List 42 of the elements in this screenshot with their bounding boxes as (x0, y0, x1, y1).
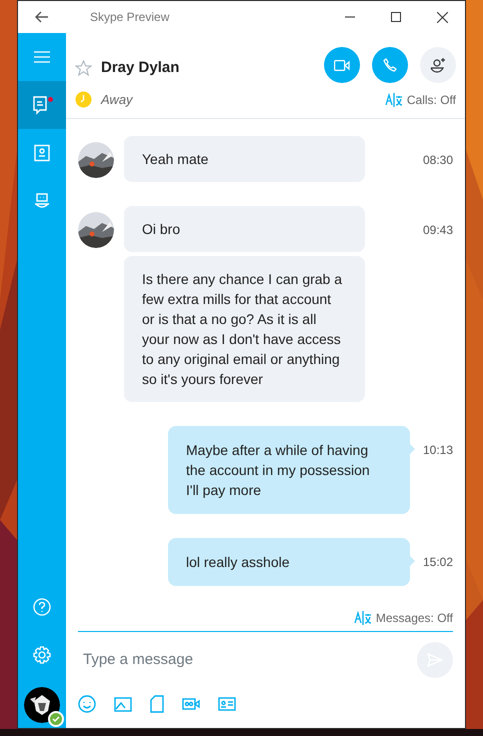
messages-translation-status: Messages: Off (376, 610, 453, 627)
image-button[interactable] (114, 696, 132, 712)
message-time: 08:30 (422, 152, 453, 169)
contact-name: Dray Dylan (101, 58, 180, 78)
bubble-tail (410, 444, 415, 454)
emoji-button[interactable] (78, 695, 96, 713)
contact-status: Away (101, 90, 133, 109)
robot-icon (33, 192, 51, 210)
phone-icon (383, 58, 397, 72)
add-person-icon (429, 57, 447, 73)
settings-icon (33, 646, 51, 664)
translate-icon (354, 611, 372, 625)
close-icon (436, 12, 448, 22)
message-bubble: Is there any chance I can grab a few extra mills for that account or is that a no go? As it is all your now as I don't have access to any original email or anything so it's yours forever (124, 256, 365, 402)
video-camera-icon (334, 60, 350, 70)
translate-icon (384, 93, 403, 107)
window-title: Skype Preview (90, 9, 170, 26)
message-bubble: Yeah mate (124, 136, 365, 182)
message-time: 09:43 (422, 222, 453, 239)
audio-call-button[interactable] (372, 47, 408, 83)
sidebar-tab[interactable] (18, 81, 66, 129)
menu-icon (34, 51, 50, 63)
message-time: 15:02 (422, 554, 453, 571)
calls-translation-status: Calls: Off (406, 92, 456, 109)
contact-card-button[interactable] (218, 697, 236, 711)
star-icon[interactable] (75, 60, 92, 77)
minimize-icon (345, 16, 355, 18)
message-bubble: lol really asshole (168, 538, 410, 586)
message-time: 10:13 (422, 442, 453, 459)
message-bubble: Maybe after a while of having the account in my possession I'll pay more (168, 426, 410, 514)
file-button[interactable] (150, 695, 164, 713)
clock-icon (75, 90, 92, 108)
add-people-button[interactable] (420, 47, 456, 83)
video-message-button[interactable] (182, 698, 200, 710)
message-input[interactable]: Type a message (78, 648, 417, 672)
bubble-tail (410, 556, 415, 566)
help-icon (33, 598, 51, 616)
back-arrow-icon (35, 11, 49, 23)
video-call-button[interactable] (324, 47, 360, 83)
message-bubble: Oi bro (124, 206, 365, 252)
maximize-icon (391, 12, 401, 22)
contacts-icon (33, 144, 51, 162)
